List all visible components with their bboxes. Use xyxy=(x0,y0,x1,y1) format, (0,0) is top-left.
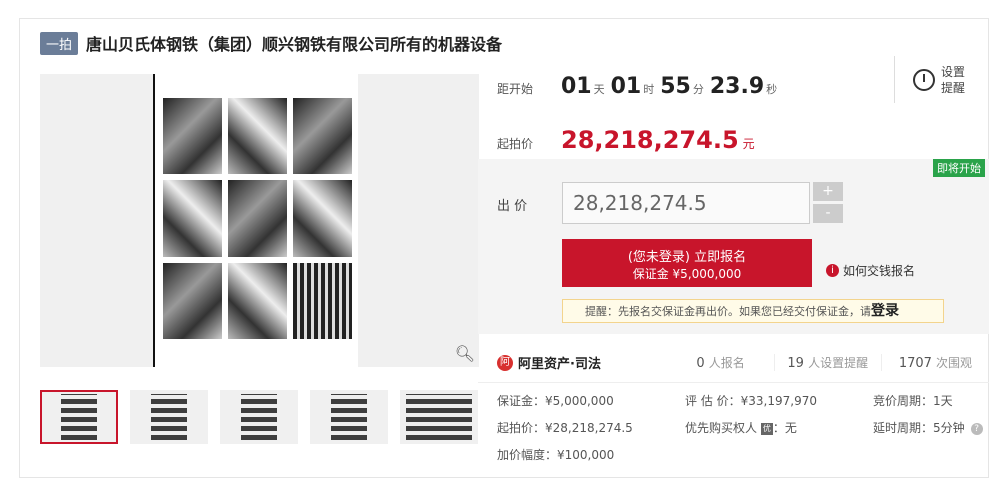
start-price-label: 起拍价 xyxy=(497,137,534,151)
thumbnail[interactable] xyxy=(130,390,208,444)
decrease-bid-button[interactable]: - xyxy=(813,204,843,223)
detail-delay: 延时周期：5分钟? xyxy=(873,419,983,436)
register-button-label: (您未登录) 立即报名 xyxy=(627,250,747,265)
brand-name: 阿里资产·司法 xyxy=(518,357,601,372)
stats-row: 阿 阿里资产·司法 0 人报名 19 人设置提醒 1707 次围观 xyxy=(478,343,989,383)
detail-cycle: 竞价周期：1天 xyxy=(873,394,953,408)
brand: 阿 阿里资产·司法 xyxy=(497,353,667,372)
photo-cell xyxy=(293,180,352,257)
set-reminder-button[interactable]: 设置 提醒 xyxy=(894,56,989,103)
countdown-seconds: 23.9 xyxy=(709,74,765,99)
detail-start-price: 起拍价：¥28,218,274.5 xyxy=(497,421,633,435)
countdown-days: 01 xyxy=(561,74,592,99)
photo-cell xyxy=(293,262,352,339)
photo-cell xyxy=(163,98,222,175)
priority-badge-icon: 优 xyxy=(760,422,773,435)
detail-appraisal: 评 估 价：¥33,197,970 xyxy=(685,394,817,408)
photo-cell xyxy=(163,180,222,257)
start-price-unit: 元 xyxy=(742,137,755,151)
photo-cell xyxy=(228,180,287,257)
status-badge: 即将开始 xyxy=(933,159,985,177)
increase-bid-button[interactable]: + xyxy=(813,182,843,201)
photo-cell xyxy=(228,98,287,175)
countdown: 距开始 01 天 01 时 55 分 23.9 秒 xyxy=(497,74,783,99)
detail-priority: 优先购买权人 优：无 xyxy=(685,421,797,435)
countdown-label: 距开始 xyxy=(497,82,534,96)
bid-label: 出 价 xyxy=(497,199,528,214)
start-price-value: 28,218,274.5 xyxy=(561,126,739,154)
login-tip: 提醒：先报名交保证金再出价。如果您已经交付保证金，请登录 xyxy=(562,299,944,323)
auction-details: 保证金：¥5,000,000 评 估 价：¥33,197,970 竞价周期：1天… xyxy=(497,392,987,473)
photo-cell xyxy=(163,262,222,339)
countdown-hours: 01 xyxy=(610,74,642,99)
reminder-label-2: 提醒 xyxy=(941,80,966,95)
stat-views: 1707 次围观 xyxy=(898,356,973,371)
countdown-minutes: 55 xyxy=(660,74,691,99)
auction-panel: 一拍 唐山贝氏体钢铁（集团）顺兴钢铁有限公司所有的机器设备 🔍︎ 距开始 01 … xyxy=(19,18,989,478)
register-button[interactable]: (您未登录) 立即报名 保证金 ¥5,000,000 xyxy=(562,239,812,287)
thumbnail[interactable] xyxy=(40,390,118,444)
brand-logo-icon: 阿 xyxy=(497,354,513,371)
thumbnail-strip xyxy=(40,390,478,444)
thumbnail[interactable] xyxy=(400,390,478,444)
start-price: 起拍价 28,218,274.5 元 xyxy=(497,126,755,154)
howto-register-link[interactable]: i 如何交钱报名 xyxy=(826,262,915,279)
reminder-label-1: 设置 xyxy=(941,64,966,79)
countdown-seconds-unit: 秒 xyxy=(766,83,778,96)
login-link[interactable]: 登录 xyxy=(871,303,899,319)
photo-cell xyxy=(293,98,352,175)
document-photo xyxy=(153,74,358,367)
register-deposit-label: 保证金 ¥5,000,000 xyxy=(632,267,742,281)
help-icon[interactable]: ? xyxy=(970,422,983,435)
main-image[interactable]: 🔍︎ xyxy=(40,74,479,367)
tip-text: 提醒：先报名交保证金再出价。如果您已经交付保证金，请 xyxy=(585,305,871,318)
alarm-clock-icon xyxy=(913,68,935,91)
page-title: 唐山贝氏体钢铁（集团）顺兴钢铁有限公司所有的机器设备 xyxy=(86,35,503,54)
stat-reminders: 19 人设置提醒 xyxy=(775,354,882,371)
countdown-minutes-unit: 分 xyxy=(692,83,704,96)
countdown-hours-unit: 时 xyxy=(643,83,655,96)
bid-input[interactable]: 28,218,274.5 xyxy=(562,182,810,224)
detail-increment: 加价幅度：¥100,000 xyxy=(497,448,615,462)
thumbnail[interactable] xyxy=(220,390,298,444)
zoom-icon[interactable]: 🔍︎ xyxy=(455,344,475,363)
auction-round-tag: 一拍 xyxy=(40,31,79,55)
thumbnail[interactable] xyxy=(310,390,388,444)
title-row: 一拍 唐山贝氏体钢铁（集团）顺兴钢铁有限公司所有的机器设备 xyxy=(40,31,502,55)
howto-label: 如何交钱报名 xyxy=(843,264,916,278)
photo-cell xyxy=(228,262,287,339)
info-icon: i xyxy=(826,264,839,277)
countdown-days-unit: 天 xyxy=(593,83,605,96)
bid-area: 即将开始 出 价 28,218,274.5 + - (您未登录) 立即报名 保证… xyxy=(478,159,989,334)
detail-deposit: 保证金：¥5,000,000 xyxy=(497,394,614,408)
stat-signups: 0 人报名 xyxy=(667,354,775,371)
